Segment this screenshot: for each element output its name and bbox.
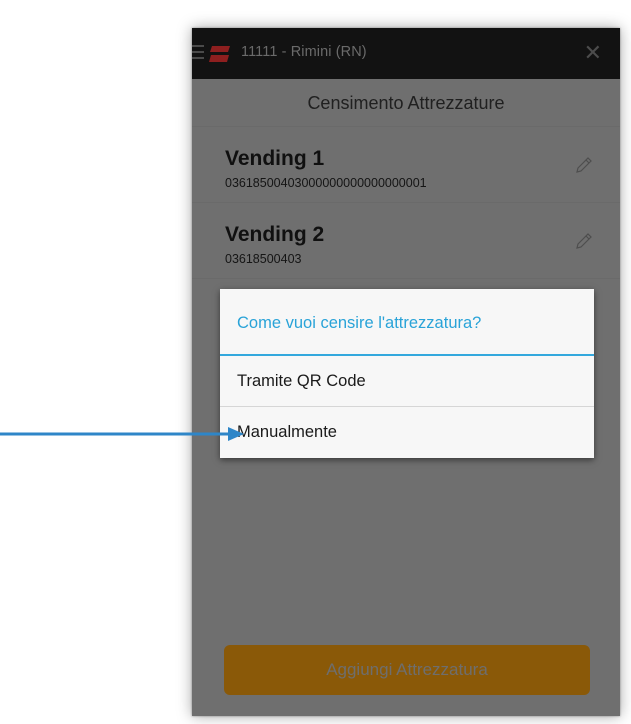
list-item[interactable]: Vending 2 03618500403 — [192, 203, 620, 279]
page-title: Censimento Attrezzature — [307, 93, 505, 113]
app-bar: 11111 - Rimini (RN) ✕ — [192, 28, 620, 79]
store-title: 11111 - Rimini (RN) — [241, 44, 367, 60]
app-logo — [209, 46, 230, 62]
choice-dialog: Come vuoi censire l'attrezzatura? Tramit… — [220, 289, 594, 458]
add-equipment-button[interactable]: Aggiungi Attrezzatura — [224, 645, 590, 695]
dialog-title: Come vuoi censire l'attrezzatura? — [237, 314, 482, 332]
option-manual[interactable]: Manualmente — [220, 407, 594, 457]
pencil-icon[interactable] — [574, 155, 594, 175]
option-qr-code[interactable]: Tramite QR Code — [220, 356, 594, 406]
list-item[interactable]: Vending 1 03618500403000000000000000001 — [192, 127, 620, 203]
arrow-annotation — [0, 427, 244, 441]
item-name: Vending 1 — [225, 147, 325, 170]
page-header: Censimento Attrezzature — [192, 79, 620, 127]
close-icon[interactable]: ✕ — [584, 42, 602, 64]
item-code: 03618500403 — [225, 252, 302, 266]
pencil-icon[interactable] — [574, 231, 594, 251]
item-code: 03618500403000000000000000001 — [225, 176, 427, 190]
hamburger-icon[interactable] — [192, 45, 204, 61]
phone-screen: 11111 - Rimini (RN) ✕ Censimento Attrezz… — [192, 28, 620, 716]
item-name: Vending 2 — [225, 223, 325, 246]
